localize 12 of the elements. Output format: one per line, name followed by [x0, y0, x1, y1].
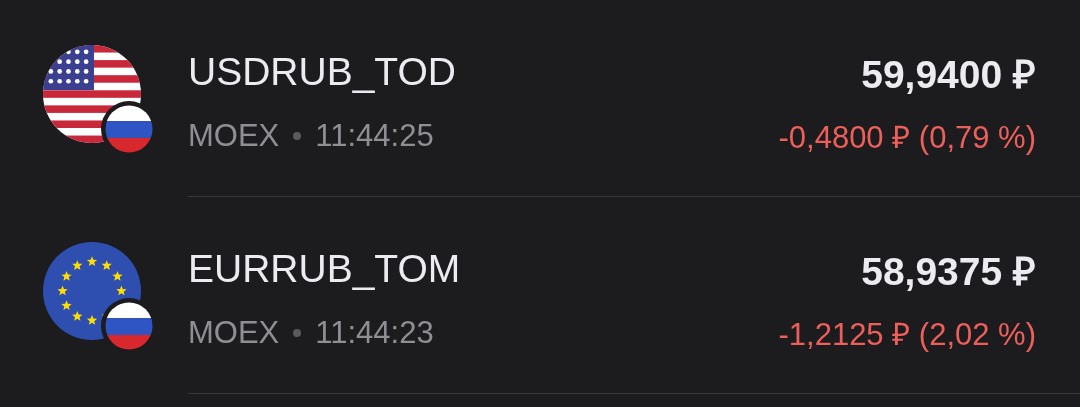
timestamp: 11:44:23	[315, 314, 434, 351]
separator-dot	[293, 328, 302, 337]
timestamp: 11:44:25	[315, 117, 434, 154]
ticker: EURRUB_TOM	[188, 247, 461, 291]
price-change: -1,2125 ₽ (2,02 %)	[778, 315, 1036, 354]
exchange: MOEX	[188, 314, 280, 351]
ticker: USDRUB_TOD	[188, 50, 456, 94]
price: 58,9375 ₽	[861, 248, 1036, 295]
separator-dot	[293, 131, 302, 140]
price-change: -0,4800 ₽ (0,79 %)	[778, 118, 1036, 157]
exchange: MOEX	[188, 117, 280, 154]
price: 59,9400 ₽	[861, 51, 1036, 98]
